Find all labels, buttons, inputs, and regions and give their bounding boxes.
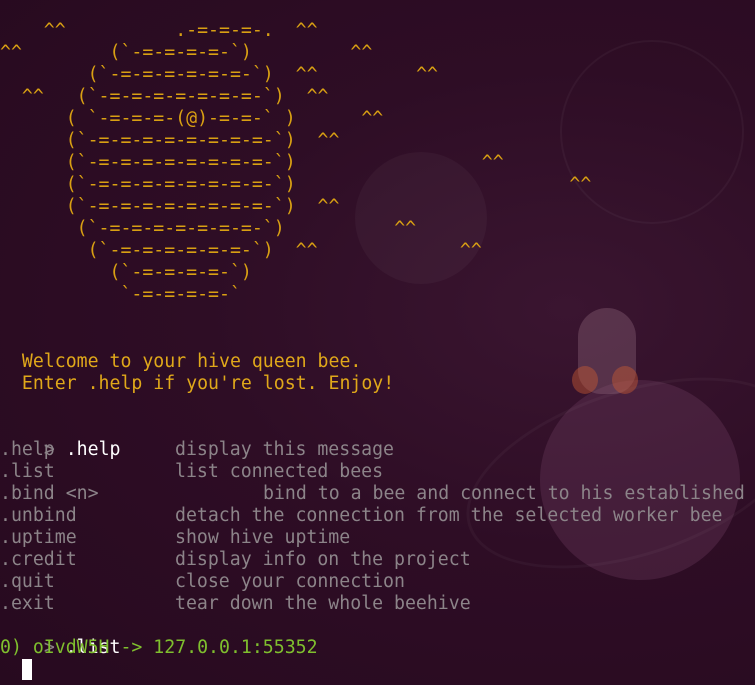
command-line: > .list (0, 615, 121, 658)
ascii-art-line: (`-=-=-=-=-=-=-=-=-`) ^^ (0, 152, 504, 173)
help-command: .help (0, 439, 55, 460)
help-description: list connected bees (175, 461, 384, 482)
bee-list-item: 0) oIvdW5H -> 127.0.0.1:55352 (0, 637, 318, 658)
help-description: bind to a bee and connect to his establi… (263, 483, 745, 504)
ascii-art-line: `-=-=-=-=-` (0, 284, 241, 305)
wallpaper-decoration (572, 366, 598, 394)
ascii-art-line: (`-=-=-=-=-=-=-`) ^^ ^^ (0, 240, 482, 261)
help-description: display info on the project (175, 549, 471, 570)
help-description: tear down the whole beehive (175, 593, 471, 614)
ascii-art-line: ^^ .-=-=-=-. ^^ (0, 20, 318, 41)
help-command: .bind <n> (0, 483, 99, 504)
terminal-window[interactable]: ^^ .-=-=-=-. ^^ ^^ (`-=-=-=-=-`) ^^ (`-=-… (0, 0, 755, 685)
block-cursor-icon[interactable] (22, 659, 32, 680)
help-command: .credit (0, 549, 77, 570)
welcome-line-2: Enter .help if you're lost. Enjoy! (0, 373, 395, 394)
ascii-art-line: (`-=-=-=-=-=-=-=-=-`) ^^ (0, 174, 592, 195)
help-description: close your connection (175, 571, 405, 592)
prompt-symbol: > (44, 681, 66, 685)
help-command: .quit (0, 571, 55, 592)
ascii-art-line: ( `-=-=-=-(@)-=-=-` ) ^^ (0, 108, 384, 129)
help-command: .uptime (0, 527, 77, 548)
command-line: > .help (0, 417, 121, 460)
help-entry: .help display this message (0, 439, 394, 461)
help-entry: .unbind detach the connection from the se… (0, 505, 723, 527)
wallpaper-decoration (560, 40, 744, 224)
help-entry: .quit close your connection (0, 571, 405, 593)
help-command: .list (0, 461, 55, 482)
wallpaper-penguin-icon (578, 308, 636, 394)
ascii-art-line: ^^ (`-=-=-=-=-`) ^^ (0, 42, 373, 63)
wallpaper-decoration (443, 341, 755, 606)
help-description: display this message (175, 439, 394, 460)
ascii-art-line: (`-=-=-=-=-=-=-=-=-`) ^^ (0, 130, 340, 151)
help-entry: .list list connected bees (0, 461, 383, 483)
wallpaper-decoration (612, 366, 638, 394)
ascii-art-line: (`-=-=-=-=-=-=-=-`) ^^ (0, 218, 417, 239)
welcome-line-1: Welcome to your hive queen bee. (0, 351, 362, 372)
ascii-art-line: (`-=-=-=-=-=-=-=-=-`) ^^ (0, 196, 340, 217)
help-entry: .uptime show hive uptime (0, 527, 350, 549)
ascii-art-line: ^^ (`-=-=-=-=-=-=-=-`) ^^ (0, 86, 329, 107)
help-description: detach the connection from the selected … (175, 505, 723, 526)
input-prompt-line[interactable]: > (0, 659, 66, 685)
help-entry: .bind <n> bind to a bee and connect to hi… (0, 483, 745, 505)
help-command: .exit (0, 593, 55, 614)
help-description: show hive uptime (175, 527, 351, 548)
help-entry: .credit display info on the project (0, 549, 471, 571)
help-entry: .exit tear down the whole beehive (0, 593, 471, 615)
wallpaper-decoration (540, 380, 740, 580)
ascii-art-line: (`-=-=-=-=-=-=-`) ^^ ^^ (0, 64, 438, 85)
help-command: .unbind (0, 505, 77, 526)
ascii-art-line: (`-=-=-=-=-`) (0, 262, 252, 283)
